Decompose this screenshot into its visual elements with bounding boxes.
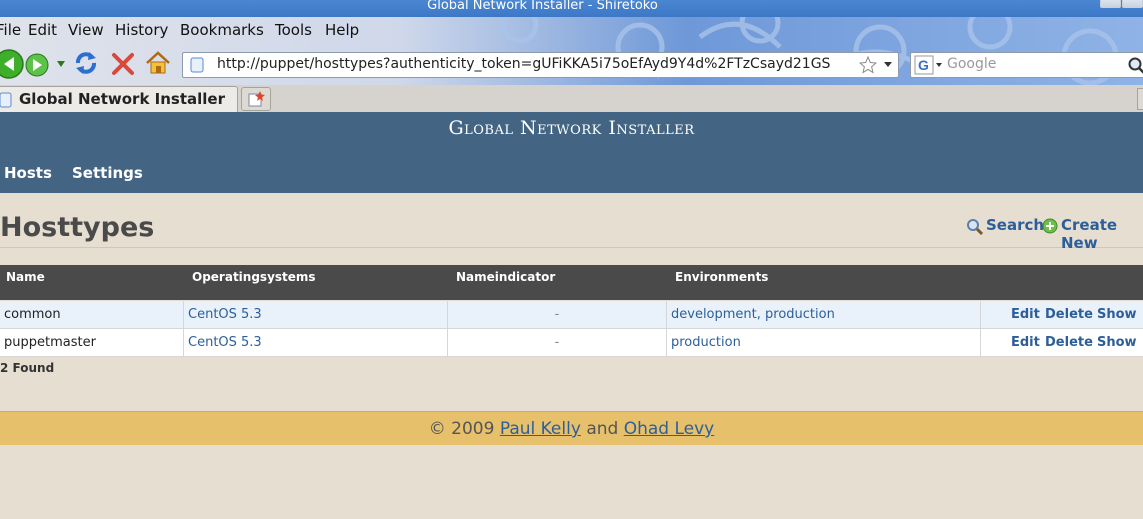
menu-bookmarks[interactable]: Bookmarks [180, 21, 264, 39]
column-header-operatingsystems[interactable]: Operatingsystems [192, 270, 316, 284]
url-bar[interactable]: http://puppet/hosttypes?authenticity_tok… [182, 52, 899, 78]
title-divider [0, 247, 1143, 248]
host-type-name: common [0, 301, 184, 328]
new-tab-button[interactable] [241, 87, 271, 111]
author-link-ohad-levy[interactable]: Ohad Levy [624, 419, 715, 439]
delete-link[interactable]: Delete [1045, 301, 1093, 328]
nameindicator-value: - [448, 301, 667, 328]
found-count: 2 Found [0, 361, 55, 375]
tab-scroll-button[interactable] [1137, 88, 1143, 110]
operatingsystem-link[interactable]: CentOS 5.3 [184, 329, 448, 356]
copyright-text: © 2009 [428, 419, 495, 439]
search-input[interactable]: Google [947, 56, 996, 72]
minimize-button[interactable] [1100, 0, 1121, 8]
nav-hosts[interactable]: Hosts [4, 164, 52, 182]
menu-tools[interactable]: Tools [275, 21, 312, 39]
forward-icon[interactable] [24, 52, 52, 78]
url-dropdown-icon[interactable] [883, 61, 893, 69]
page-title: Hosttypes [0, 212, 155, 243]
table-row: puppetmaster CentOS 5.3 - production Edi… [0, 329, 1143, 357]
operatingsystem-link[interactable]: CentOS 5.3 [184, 301, 448, 328]
row-actions: Edit Delete Show [981, 301, 1143, 328]
maximize-button[interactable] [1122, 0, 1143, 8]
magnifier-icon[interactable] [966, 218, 983, 235]
environments-link[interactable]: production [667, 329, 981, 356]
page-icon [0, 92, 12, 108]
row-actions: Edit Delete Show [981, 329, 1143, 356]
history-dropdown-icon[interactable] [55, 58, 67, 70]
show-link[interactable]: Show [1097, 301, 1137, 328]
window-title: Global Network Installer - Shiretoko [427, 0, 658, 13]
google-icon[interactable]: G [914, 55, 944, 75]
home-icon[interactable] [144, 49, 172, 77]
show-link[interactable]: Show [1097, 329, 1137, 356]
site-title: Global Network Installer [448, 117, 695, 139]
reload-icon[interactable] [72, 49, 100, 77]
svg-text:G: G [918, 57, 929, 73]
table-header [0, 265, 1143, 300]
page-icon [190, 57, 204, 73]
author-link-paul-kelly[interactable]: Paul Kelly [500, 419, 581, 439]
nav-settings[interactable]: Settings [72, 164, 143, 182]
create-new-link[interactable]: Create New [1061, 216, 1143, 252]
menu-history[interactable]: History [115, 21, 168, 39]
menu-help[interactable]: Help [325, 21, 359, 39]
menu-edit[interactable]: Edit [28, 21, 57, 39]
add-icon[interactable] [1042, 218, 1059, 235]
search-box[interactable]: G Google [910, 52, 1143, 78]
window-titlebar: Global Network Installer - Shiretoko [0, 0, 1143, 17]
edit-link[interactable]: Edit [1011, 329, 1040, 356]
menu-view[interactable]: View [68, 21, 104, 39]
menu-file[interactable]: File [0, 21, 21, 39]
star-icon[interactable] [859, 56, 877, 74]
nameindicator-value: - [448, 329, 667, 356]
environments-link[interactable]: development, production [667, 301, 981, 328]
table-row: common CentOS 5.3 - development, product… [0, 301, 1143, 329]
tab-label: Global Network Installer [19, 90, 225, 108]
edit-link[interactable]: Edit [1011, 301, 1040, 328]
delete-link[interactable]: Delete [1045, 329, 1093, 356]
search-icon[interactable] [1127, 56, 1143, 74]
footer: © 2009 Paul Kelly and Ohad Levy [0, 411, 1143, 445]
column-header-nameindicator[interactable]: Nameindicator [456, 270, 555, 284]
new-tab-icon [248, 91, 265, 107]
footer-and: and [586, 419, 619, 439]
stop-icon[interactable] [110, 51, 136, 77]
column-header-environments[interactable]: Environments [675, 270, 768, 284]
footer-text: © 2009 Paul Kelly and Ohad Levy [0, 419, 1143, 439]
host-type-name: puppetmaster [0, 329, 184, 356]
url-text[interactable]: http://puppet/hosttypes?authenticity_tok… [217, 56, 857, 72]
tab-global-network-installer[interactable]: Global Network Installer [0, 86, 238, 112]
column-header-name[interactable]: Name [6, 270, 45, 284]
search-link[interactable]: Search [986, 216, 1044, 234]
